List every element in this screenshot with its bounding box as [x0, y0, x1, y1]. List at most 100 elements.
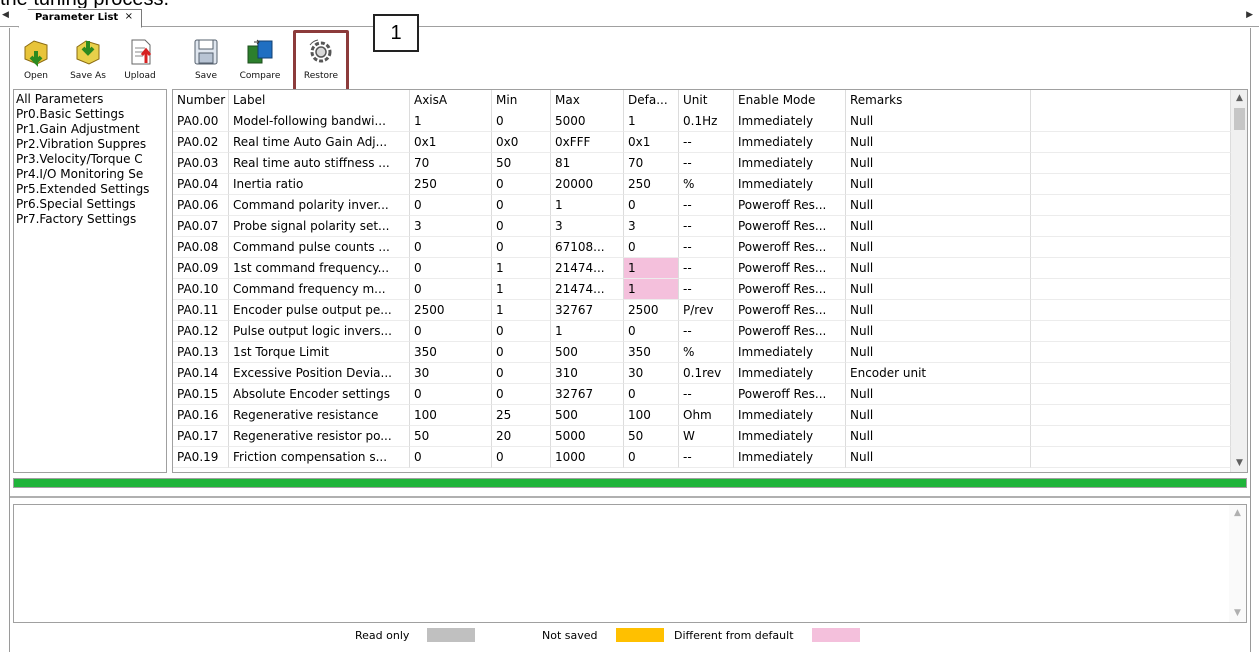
column-header-unit[interactable]: Unit — [679, 90, 734, 111]
table-row[interactable]: PA0.08 Command pulse counts ... 0 0 67108...… — [173, 237, 1231, 258]
not-saved-swatch — [615, 628, 664, 642]
tab-scroll-right-icon[interactable]: ▶ — [1246, 10, 1253, 20]
cell-axisa[interactable]: 70 — [410, 153, 492, 174]
table-row[interactable]: PA0.06 Command polarity inver... 0 0 1 0 -- Pow… — [173, 195, 1231, 216]
cell-axisa[interactable]: 0 — [410, 258, 492, 279]
column-header-max[interactable]: Max — [551, 90, 624, 111]
cell-empty — [1031, 342, 1231, 363]
cell-min: 1 — [492, 258, 551, 279]
table-row[interactable]: PA0.07 Probe signal polarity set... 3 0 3 3 --… — [173, 216, 1231, 237]
cell-default: 0 — [624, 447, 679, 468]
cell-axisa[interactable]: 0 — [410, 447, 492, 468]
cell-enable-mode: Immediately — [734, 174, 846, 195]
cell-axisa[interactable]: 1 — [410, 111, 492, 132]
tree-item-pr5[interactable]: Pr5.Extended Settings — [16, 182, 166, 197]
table-row[interactable]: PA0.15 Absolute Encoder settings 0 0 32767 0-… — [173, 384, 1231, 405]
scroll-thumb[interactable] — [1234, 108, 1245, 130]
table-row[interactable]: PA0.10 Command frequency m... 0 1 21474... 1-… — [173, 279, 1231, 300]
close-icon[interactable]: × — [125, 11, 133, 22]
table-row[interactable]: PA0.17 Regenerative resistor po... 50 20 500… — [173, 426, 1231, 447]
column-header-remarks[interactable]: Remarks — [846, 90, 1031, 111]
cell-empty — [1031, 279, 1231, 300]
scroll-down-icon[interactable]: ▼ — [1231, 455, 1247, 472]
table-row[interactable]: PA0.19 Friction compensation s... 0 0 1000 0-… — [173, 447, 1231, 468]
progress-fill — [14, 479, 1246, 487]
cell-remarks: Encoder unit — [846, 363, 1031, 384]
cell-axisa[interactable]: 3 — [410, 216, 492, 237]
table-row[interactable]: PA0.09 1st command frequency... 0 1 21474...… — [173, 258, 1231, 279]
tree-item-pr4[interactable]: Pr4.I/O Monitoring Se — [16, 167, 166, 182]
table-row[interactable]: PA0.00 Model-following bandwi... 1 0 5000 1 0.… — [173, 111, 1231, 132]
tree-item-pr0[interactable]: Pr0.Basic Settings — [16, 107, 166, 122]
cell-axisa[interactable]: 0 — [410, 321, 492, 342]
cell-label: 1st command frequency... — [229, 258, 410, 279]
tree-item-pr3[interactable]: Pr3.Velocity/Torque C — [16, 152, 166, 167]
cell-unit: Ohm — [679, 405, 734, 426]
cell-remarks: Null — [846, 153, 1031, 174]
tree-item-pr2[interactable]: Pr2.Vibration Suppres — [16, 137, 166, 152]
cell-label: Command pulse counts ... — [229, 237, 410, 258]
cell-axisa[interactable]: 100 — [410, 405, 492, 426]
table-row[interactable]: PA0.03 Real time auto stiffness ... 70 50 81… — [173, 153, 1231, 174]
tree-item-pr1[interactable]: Pr1.Gain Adjustment — [16, 122, 166, 137]
cell-label: 1st Torque Limit — [229, 342, 410, 363]
table-row[interactable]: PA0.13 1st Torque Limit 350 0 500 350% Immedia… — [173, 342, 1231, 363]
open-button[interactable]: Open — [12, 34, 60, 88]
cell-axisa[interactable]: 0 — [410, 195, 492, 216]
save-as-button[interactable]: Save As — [64, 34, 112, 88]
tree-item-pr6[interactable]: Pr6.Special Settings — [16, 197, 166, 212]
scroll-down-icon[interactable]: ▼ — [1229, 605, 1246, 622]
table-row[interactable]: PA0.04 Inertia ratio 250 0 20000 250% Immediat… — [173, 174, 1231, 195]
table-row[interactable]: PA0.11 Encoder pulse output pe... 2500 1 327… — [173, 300, 1231, 321]
cell-axisa[interactable]: 2500 — [410, 300, 492, 321]
upload-button[interactable]: Upload — [116, 34, 164, 88]
column-header-label[interactable]: Label — [229, 90, 410, 111]
cell-max: 21474... — [551, 258, 624, 279]
cell-default: 250 — [624, 174, 679, 195]
column-header-enable-mode[interactable]: Enable Mode — [734, 90, 846, 111]
cell-axisa[interactable]: 0 — [410, 237, 492, 258]
scroll-up-icon[interactable]: ▲ — [1229, 505, 1246, 522]
table-row[interactable]: PA0.16 Regenerative resistance 100 25 500 100… — [173, 405, 1231, 426]
tab-scroll-left-icon[interactable]: ◀ — [2, 10, 9, 20]
scroll-up-icon[interactable]: ▲ — [1231, 90, 1247, 107]
cell-axisa[interactable]: 50 — [410, 426, 492, 447]
tab-parameter-list[interactable]: Parameter List × — [18, 9, 142, 28]
table-row[interactable]: PA0.14 Excessive Position Devia... 30 0 310 3… — [173, 363, 1231, 384]
cell-enable-mode: Immediately — [734, 405, 846, 426]
cell-enable-mode: Immediately — [734, 426, 846, 447]
cell-default: 1 — [624, 111, 679, 132]
cell-unit: P/rev — [679, 300, 734, 321]
cell-remarks: Null — [846, 426, 1031, 447]
cell-axisa[interactable]: 250 — [410, 174, 492, 195]
upload-icon — [116, 34, 164, 70]
column-header-min[interactable]: Min — [492, 90, 551, 111]
cell-max: 32767 — [551, 300, 624, 321]
cell-unit: 0.1rev — [679, 363, 734, 384]
cell-min: 1 — [492, 279, 551, 300]
table-row[interactable]: PA0.02 Real time Auto Gain Adj... 0x1 0x0 0x… — [173, 132, 1231, 153]
column-header-number[interactable]: Number — [173, 90, 229, 111]
log-scrollbar[interactable]: ▲ ▼ — [1229, 505, 1246, 622]
table-row[interactable]: PA0.12 Pulse output logic invers... 0 0 1 0 --… — [173, 321, 1231, 342]
column-header-axisa[interactable]: AxisA — [410, 90, 492, 111]
cell-max: 1 — [551, 195, 624, 216]
compare-button[interactable]: Compare — [236, 34, 284, 88]
tree-item-all[interactable]: All Parameters — [16, 92, 166, 107]
tree-item-pr7[interactable]: Pr7.Factory Settings — [16, 212, 166, 227]
cell-number: PA0.12 — [173, 321, 229, 342]
cell-axisa[interactable]: 0x1 — [410, 132, 492, 153]
grid-scrollbar[interactable]: ▲ ▼ — [1230, 90, 1247, 472]
cell-enable-mode: Poweroff Res... — [734, 216, 846, 237]
splitter[interactable] — [10, 496, 1250, 498]
cell-axisa[interactable]: 0 — [410, 279, 492, 300]
column-header-default[interactable]: Defa... — [624, 90, 679, 111]
cell-unit: -- — [679, 153, 734, 174]
cell-number: PA0.17 — [173, 426, 229, 447]
save-button[interactable]: Save — [182, 34, 230, 88]
cell-label: Model-following bandwi... — [229, 111, 410, 132]
cell-axisa[interactable]: 0 — [410, 384, 492, 405]
cell-axisa[interactable]: 30 — [410, 363, 492, 384]
cell-axisa[interactable]: 350 — [410, 342, 492, 363]
output-log-area[interactable]: ▲ ▼ — [13, 504, 1247, 623]
